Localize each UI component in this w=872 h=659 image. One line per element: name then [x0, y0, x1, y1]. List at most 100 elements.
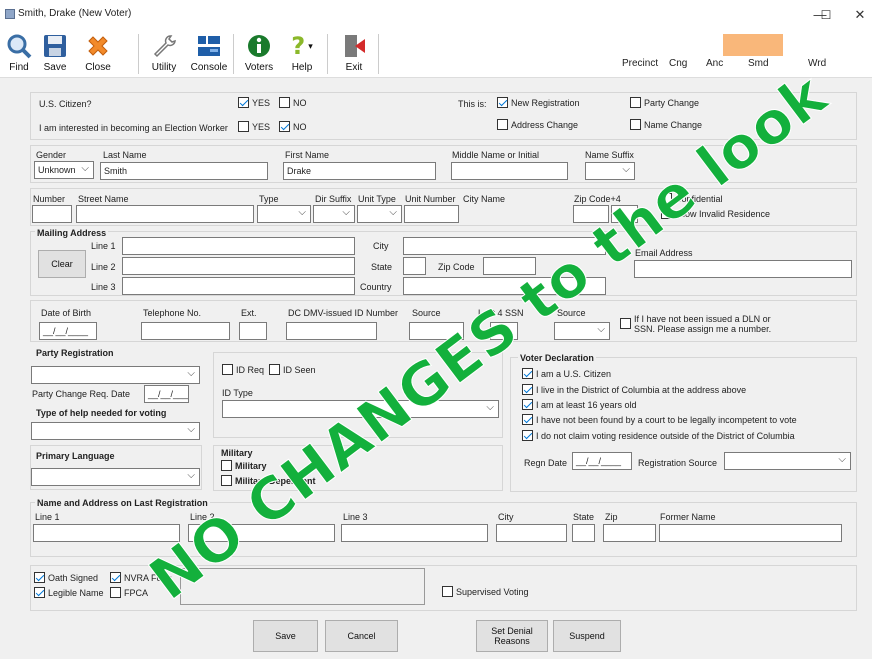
last-line1-input[interactable] — [33, 524, 180, 542]
dir-suffix-select[interactable] — [313, 205, 355, 223]
id-req-checkbox[interactable] — [222, 364, 233, 375]
legible-name-checkbox[interactable] — [34, 587, 45, 598]
worker-no-option[interactable]: NO — [279, 121, 307, 132]
number-input[interactable] — [32, 205, 72, 223]
worker-yes-option[interactable]: YES — [238, 121, 270, 132]
last-line3-input[interactable] — [341, 524, 488, 542]
mailing-line1-input[interactable] — [122, 237, 355, 255]
last4-ssn-input[interactable] — [490, 322, 518, 340]
street-name-input[interactable] — [76, 205, 254, 223]
unit-type-select[interactable] — [357, 205, 402, 223]
save-button[interactable]: Save — [253, 620, 318, 652]
zip4-input[interactable] — [611, 205, 638, 223]
gender-select[interactable]: Unknown — [34, 161, 94, 179]
mailing-line3-input[interactable] — [122, 277, 355, 295]
email-input[interactable] — [634, 260, 852, 278]
dob-input[interactable]: __/__/____ — [39, 322, 97, 340]
nvra-form-checkbox[interactable] — [110, 572, 121, 583]
military-checkbox[interactable] — [221, 460, 232, 471]
party-select[interactable] — [31, 366, 200, 384]
declaration-checkbox[interactable] — [522, 430, 533, 441]
military-dependent-checkbox[interactable] — [221, 475, 232, 486]
regn-source-select[interactable] — [724, 452, 851, 470]
military-dependent-option[interactable]: Military Dependent — [221, 475, 316, 486]
last-zip-input[interactable] — [603, 524, 656, 542]
help-type-select[interactable] — [31, 422, 200, 440]
declaration-item[interactable]: I am a U.S. Citizen — [522, 368, 611, 379]
party-change-date-input[interactable]: __/__/____ — [144, 385, 189, 403]
find-button[interactable]: Find — [2, 32, 36, 76]
party-change-option[interactable]: Party Change — [630, 97, 699, 108]
oath-signed-checkbox[interactable] — [34, 572, 45, 583]
oath-signed-option[interactable]: Oath Signed — [34, 572, 98, 583]
last-line2-input[interactable] — [188, 524, 335, 542]
address-change-option[interactable]: Address Change — [497, 119, 578, 130]
last-name-input[interactable]: Smith — [100, 162, 268, 180]
id-seen-option[interactable]: ID Seen — [269, 364, 316, 375]
confidential-checkbox[interactable] — [661, 193, 672, 204]
worker-yes-checkbox[interactable] — [238, 121, 249, 132]
declaration-checkbox[interactable] — [522, 368, 533, 379]
name-suffix-select[interactable] — [585, 162, 635, 180]
id-req-option[interactable]: ID Req — [222, 364, 264, 375]
utility-button[interactable]: Utility — [144, 32, 184, 76]
new-registration-checkbox[interactable] — [497, 97, 508, 108]
voters-button[interactable]: Voters — [240, 32, 278, 76]
allow-invalid-checkbox[interactable] — [661, 208, 672, 219]
middle-name-input[interactable] — [451, 162, 568, 180]
declaration-item[interactable]: I do not claim voting residence outside … — [522, 430, 795, 441]
id-seen-checkbox[interactable] — [269, 364, 280, 375]
name-change-option[interactable]: Name Change — [630, 119, 702, 130]
declaration-checkbox[interactable] — [522, 399, 533, 410]
no-dln-option[interactable] — [620, 318, 631, 329]
fpca-option[interactable]: FPCA — [110, 587, 148, 598]
close-window-button[interactable]: ✕ — [850, 6, 870, 24]
declaration-item[interactable]: I am at least 16 years old — [522, 399, 637, 410]
address-change-checkbox[interactable] — [497, 119, 508, 130]
legible-name-option[interactable]: Legible Name — [34, 587, 104, 598]
save-toolbar-button[interactable]: Save — [38, 32, 72, 76]
supervised-voting-option[interactable]: Supervised Voting — [442, 586, 529, 597]
clear-button[interactable]: Clear — [38, 250, 86, 278]
signature-box[interactable] — [180, 568, 425, 605]
first-name-input[interactable]: Drake — [283, 162, 436, 180]
exit-button[interactable]: Exit — [334, 32, 374, 76]
mailing-country-input[interactable] — [403, 277, 606, 295]
declaration-item[interactable]: I have not been found by a court to be l… — [522, 414, 797, 425]
suspend-button[interactable]: Suspend — [553, 620, 621, 652]
fpca-checkbox[interactable] — [110, 587, 121, 598]
citizen-no-checkbox[interactable] — [279, 97, 290, 108]
nvra-form-option[interactable]: NVRA Form — [110, 572, 172, 583]
ext-input[interactable] — [239, 322, 267, 340]
declaration-checkbox[interactable] — [522, 414, 533, 425]
declaration-checkbox[interactable] — [522, 384, 533, 395]
set-denial-reasons-button[interactable]: Set Denial Reasons — [476, 620, 548, 652]
former-name-input[interactable] — [659, 524, 842, 542]
no-dln-checkbox[interactable] — [620, 318, 631, 329]
maximize-button[interactable]: ☐ — [816, 6, 836, 24]
dmv-source-input[interactable] — [409, 322, 464, 340]
citizen-yes-checkbox[interactable] — [238, 97, 249, 108]
language-select[interactable] — [31, 468, 200, 486]
id-type-select[interactable] — [222, 400, 499, 418]
help-button[interactable]: ? ▾ Help — [282, 32, 322, 76]
confidential-option[interactable]: Confidential — [661, 193, 723, 204]
mailing-city-input[interactable] — [403, 237, 606, 255]
ssn-source-select[interactable] — [554, 322, 610, 340]
street-type-select[interactable] — [257, 205, 311, 223]
citizen-no-option[interactable]: NO — [279, 97, 307, 108]
dmv-id-input[interactable] — [286, 322, 377, 340]
allow-invalid-option[interactable]: Allow Invalid Residence — [661, 208, 770, 219]
regn-date-input[interactable]: __/__/____ — [572, 452, 632, 470]
citizen-yes-option[interactable]: YES — [238, 97, 270, 108]
mailing-line2-input[interactable] — [122, 257, 355, 275]
worker-no-checkbox[interactable] — [279, 121, 290, 132]
console-button[interactable]: Console — [188, 32, 230, 76]
close-toolbar-button[interactable]: Close — [76, 32, 120, 76]
unit-number-input[interactable] — [404, 205, 459, 223]
last-state-input[interactable] — [572, 524, 595, 542]
telephone-input[interactable] — [141, 322, 230, 340]
military-option[interactable]: Military — [221, 460, 267, 471]
last-city-input[interactable] — [496, 524, 567, 542]
zip-input[interactable] — [573, 205, 609, 223]
